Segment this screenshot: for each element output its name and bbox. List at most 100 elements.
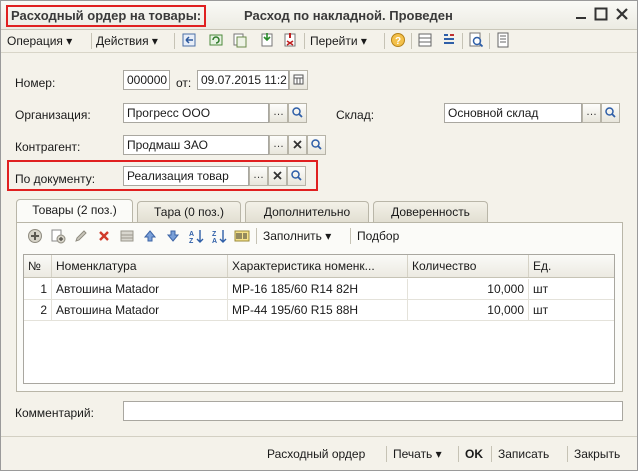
close-icon [616,8,628,20]
warehouse-select-button[interactable]: … [582,103,601,123]
organization-select-button[interactable]: … [269,103,288,123]
document-field[interactable]: Реализация товар [123,166,249,186]
comment-field[interactable] [123,401,623,421]
organization-open-button[interactable] [288,103,307,123]
toolbar-separator [304,33,305,49]
column-header-quantity[interactable]: Количество [408,255,529,277]
bottom-bar: Расходный ордер Печать ▾ OK Записать Зак… [1,436,637,471]
find-icon[interactable] [468,32,484,48]
characteristic-cell[interactable]: MP-44 195/60 R15 88H [228,300,408,320]
table-settings-icon[interactable] [417,32,433,48]
toolbar-separator [91,33,92,49]
document-clear-button[interactable] [268,166,287,186]
item-cell[interactable]: Автошина Matador [52,300,228,320]
help-icon[interactable]: ? [390,32,406,48]
clear-x-icon [293,140,302,149]
sort-ascending-icon[interactable]: AZ [188,228,204,244]
copy-document-icon[interactable] [232,32,248,48]
toolbar-separator [350,228,351,244]
row-number-cell: 2 [24,300,52,320]
document-open-button[interactable] [287,166,306,186]
fill-menu[interactable]: Заполнить ▾ [263,228,331,244]
column-header-unit[interactable]: Ед. [529,255,614,277]
counterparty-open-button[interactable] [307,135,326,155]
end-edit-icon[interactable] [119,228,135,244]
window-title-doc-type: Расходный ордер на товары: [6,5,207,27]
structure-icon[interactable] [441,32,457,48]
comment-label: Комментарий: [15,406,94,420]
document-label: По документу: [15,172,96,186]
tab-additional[interactable]: Дополнительно [245,201,369,222]
warehouse-field[interactable]: Основной склад [444,103,582,123]
delete-row-icon[interactable] [96,228,112,244]
table-row[interactable]: 2 Автошина Matador MP-44 195/60 R15 88H … [24,300,614,321]
item-cell[interactable]: Автошина Matador [52,279,228,299]
svg-text:?: ? [395,36,401,47]
toolbar-separator [458,446,459,462]
tab-goods[interactable]: Товары (2 поз.) [16,199,133,223]
minimize-icon [576,17,586,19]
save-button[interactable]: Записать [498,446,549,462]
barcode-icon[interactable] [234,228,250,244]
column-header-item[interactable]: Номенклатура [52,255,228,277]
post-document-icon[interactable] [259,32,275,48]
svg-text:Z: Z [189,238,194,244]
organization-field[interactable]: Прогресс ООО [123,103,269,123]
print-menu[interactable]: Печать ▾ [393,446,442,462]
counterparty-select-button[interactable]: … [269,135,288,155]
clear-x-icon [273,171,282,180]
toolbar-separator [411,33,412,49]
tab-containers[interactable]: Тара (0 поз.) [137,201,241,222]
table-row[interactable]: 1 Автошина Matador MP-16 185/60 R14 82H … [24,279,614,300]
magnifier-icon [291,170,302,181]
actions-menu[interactable]: Действия ▾ [96,33,158,49]
quantity-cell[interactable]: 10,000 [408,300,529,320]
calendar-icon [293,74,304,85]
calendar-button[interactable] [289,70,308,90]
svg-text:Z: Z [212,231,217,238]
add-row-icon[interactable] [27,228,43,244]
date-field[interactable]: 09.07.2015 11:2 [197,70,289,90]
toolbar-separator [386,446,387,462]
table-header: № Номенклатура Характеристика номенк... … [24,255,614,278]
date-label: от: [176,76,192,90]
close-button[interactable]: Закрыть [574,446,620,462]
move-down-icon[interactable] [165,228,181,244]
toolbar-separator [462,33,463,49]
quantity-cell[interactable]: 10,000 [408,279,529,299]
operation-menu[interactable]: Операция ▾ [7,33,72,49]
goto-menu[interactable]: Перейти ▾ [310,33,367,49]
toolbar-separator [491,446,492,462]
warehouse-open-button[interactable] [601,103,620,123]
sort-descending-icon[interactable]: ZA [211,228,227,244]
unit-cell[interactable]: шт [529,279,614,299]
column-header-characteristic[interactable]: Характеристика номенк... [228,255,408,277]
copy-row-icon[interactable] [50,228,66,244]
expense-order-button[interactable]: Расходный ордер [267,446,365,462]
window-title-doc-status: Расход по накладной. Проведен [244,8,453,23]
maximize-button[interactable] [594,7,608,21]
unit-cell[interactable]: шт [529,300,614,320]
toolbar-separator [174,33,175,49]
minimize-button[interactable] [574,7,588,21]
ok-button[interactable]: OK [465,446,483,462]
number-label: Номер: [15,76,56,90]
edit-row-icon[interactable] [73,228,89,244]
document-select-button[interactable]: … [249,166,268,186]
close-window-button[interactable] [615,7,629,21]
counterparty-field[interactable]: Продмаш ЗАО [123,135,269,155]
select-items-button[interactable]: Подбор [357,228,399,244]
go-to-list-icon[interactable] [181,32,197,48]
characteristic-cell[interactable]: MP-16 185/60 R14 82H [228,279,408,299]
counterparty-clear-button[interactable] [288,135,307,155]
column-header-number[interactable]: № [24,255,52,277]
move-up-icon[interactable] [142,228,158,244]
refresh-icon[interactable] [208,32,224,48]
document-journal-icon[interactable] [495,32,511,48]
unpost-document-icon[interactable] [282,32,298,48]
tab-power-of-attorney[interactable]: Доверенность [373,201,488,222]
document-window: Расходный ордер на товары: Расход по нак… [0,0,638,471]
number-field[interactable]: 000000 [123,70,170,90]
maximize-icon [594,7,608,21]
organization-label: Организация: [15,108,91,122]
